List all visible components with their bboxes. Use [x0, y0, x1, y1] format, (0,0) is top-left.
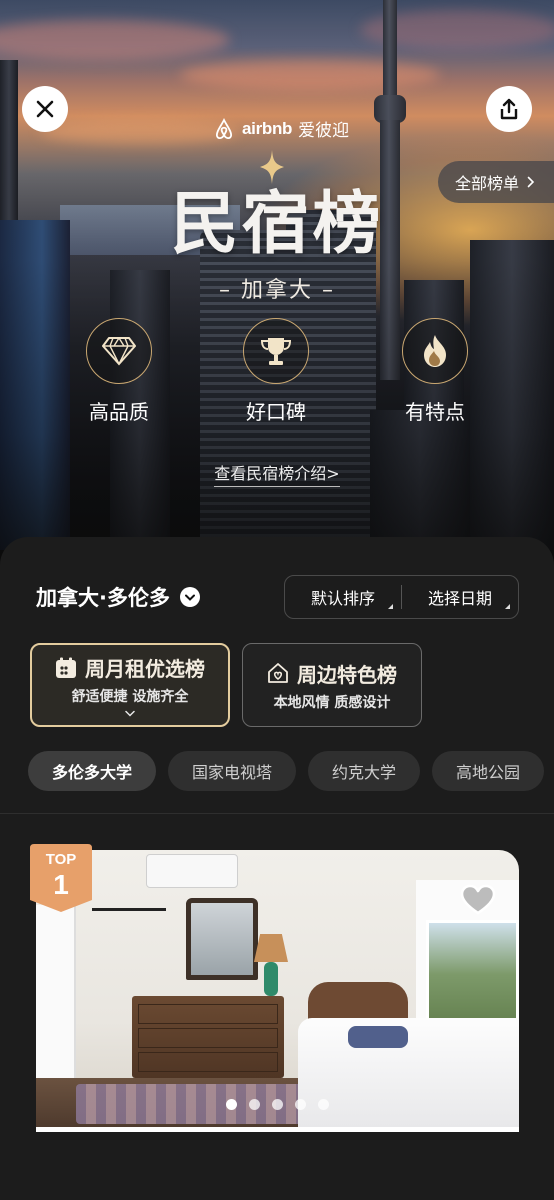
brand-name-en: airbnb: [242, 118, 293, 138]
chip-university-of-toronto[interactable]: 多伦多大学: [28, 751, 157, 791]
date-picker[interactable]: 选择日期: [402, 585, 518, 609]
location-label: 加拿大·多伦多: [36, 586, 170, 610]
house-heart-icon: [268, 663, 288, 683]
diamond-icon: [102, 337, 136, 366]
share-icon: [500, 98, 518, 120]
location-selector[interactable]: 加拿大·多伦多: [36, 582, 200, 612]
category-monthly-rental[interactable]: 周月租优选榜 舒适便捷 设施齐全: [30, 643, 230, 727]
listing-card-edge: [36, 1127, 519, 1132]
date-label: 选择日期: [427, 589, 492, 608]
pagination-dot[interactable]: [225, 1099, 237, 1110]
chip-york-university[interactable]: 约克大学: [308, 751, 421, 791]
category-local-feature[interactable]: 周边特色榜 本地风情 质感设计: [242, 643, 422, 727]
feature-good-reviews: 好口碑: [216, 318, 336, 425]
landmark-chips: 多伦多大学 国家电视塔 约克大学 高地公园: [28, 751, 545, 791]
section-divider: [0, 813, 554, 814]
dropdown-triangle-icon: [505, 604, 510, 609]
pagination-dot[interactable]: [317, 1099, 329, 1110]
chip-high-park[interactable]: 高地公园: [432, 751, 545, 791]
category-title: 周边特色榜: [297, 662, 397, 687]
intro-link-label[interactable]: 查看民宿榜介绍>: [214, 464, 340, 487]
badge-top-label: TOP: [46, 851, 77, 868]
dropdown-triangle-icon: [388, 604, 393, 609]
feature-label: 高品质: [89, 400, 149, 424]
listing-photo[interactable]: [36, 850, 519, 1127]
airbnb-logo-icon: [215, 117, 233, 139]
category-subtitle: 舒适便捷 设施齐全: [71, 689, 189, 705]
feature-distinctive: 有特点: [375, 318, 495, 425]
brand-name-cn: 爱彼迎: [298, 121, 350, 140]
brand-logo: airbnb 爱彼迎: [212, 116, 349, 141]
page-title: 民宿榜: [170, 185, 384, 264]
favorite-heart-icon[interactable]: [460, 884, 496, 916]
pagination-dot[interactable]: [294, 1099, 306, 1110]
badge-rank-number: 1: [53, 869, 69, 900]
feature-label: 有特点: [405, 400, 465, 424]
photo-pagination: [0, 1099, 554, 1110]
close-icon: [36, 100, 54, 118]
calendar-icon: [56, 657, 76, 678]
category-subtitle: 本地风情 质感设计: [273, 694, 391, 711]
country-label: – 加拿大 –: [219, 278, 335, 303]
pagination-dot[interactable]: [248, 1099, 260, 1110]
trophy-icon: [260, 338, 292, 365]
sort-date-filter: 默认排序 选择日期: [284, 575, 519, 619]
feature-high-quality: 高品质: [59, 318, 179, 425]
chevron-down-icon: [125, 710, 135, 717]
top-rank-badge: TOP 1: [30, 844, 92, 912]
feature-label: 好口碑: [246, 400, 306, 424]
intro-link[interactable]: 查看民宿榜介绍>: [0, 460, 554, 487]
close-button[interactable]: [22, 86, 68, 132]
category-title: 周月租优选榜: [85, 657, 205, 681]
sort-label: 默认排序: [310, 589, 375, 608]
sort-dropdown[interactable]: 默认排序: [285, 585, 401, 609]
pagination-dot[interactable]: [271, 1099, 283, 1110]
chip-cn-tower[interactable]: 国家电视塔: [168, 751, 297, 791]
chevron-down-circle: [179, 587, 200, 607]
chevron-down-icon: [184, 594, 195, 601]
flame-icon: [424, 335, 446, 367]
share-button[interactable]: [486, 86, 532, 132]
